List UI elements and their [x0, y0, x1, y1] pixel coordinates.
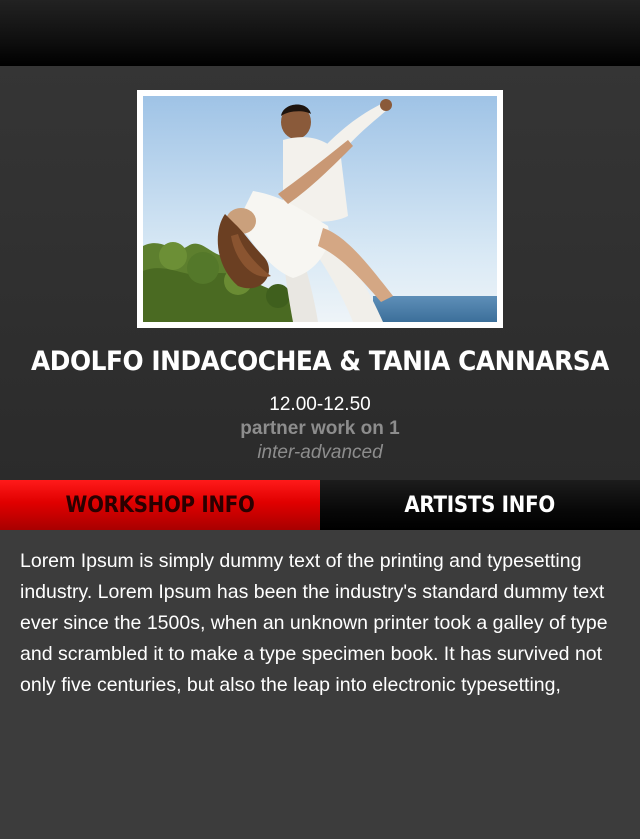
- workshop-header: ADOLFO INDACOCHEA & TANIA CANNARSA 12.00…: [0, 66, 640, 480]
- workshop-level: inter-advanced: [257, 442, 383, 463]
- workshop-info-panel: Lorem Ipsum is simply dummy text of the …: [0, 530, 640, 839]
- top-bar: [0, 0, 640, 66]
- workshop-description: Lorem Ipsum is simply dummy text of the …: [20, 550, 608, 696]
- tab-artists-info-label: ARTISTS INFO: [404, 492, 556, 518]
- tab-workshop-info[interactable]: WORKSHOP INFO: [0, 480, 320, 530]
- info-tabs: WORKSHOP INFO ARTISTS INFO: [0, 480, 640, 530]
- workshop-detail-screen: ADOLFO INDACOCHEA & TANIA CANNARSA 12.00…: [0, 0, 640, 839]
- tab-workshop-info-label: WORKSHOP INFO: [65, 492, 255, 518]
- workshop-class: partner work on 1: [240, 418, 400, 439]
- workshop-time: 12.00-12.50: [269, 394, 371, 415]
- artist-photo: [137, 90, 503, 328]
- dancers-photo: [143, 96, 497, 322]
- tab-artists-info[interactable]: ARTISTS INFO: [320, 480, 640, 530]
- artist-names: ADOLFO INDACOCHEA & TANIA CANNARSA: [31, 346, 609, 377]
